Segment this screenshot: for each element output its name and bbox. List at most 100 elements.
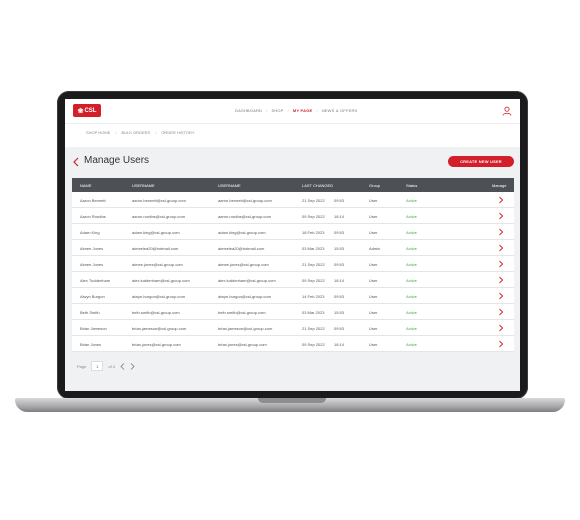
main-content: Manage Users CREATE NEW USER NAME USERNA… <box>65 147 520 391</box>
column-header-name[interactable]: NAME <box>80 183 92 188</box>
cell-last-changed-time: 15:53 <box>334 310 345 315</box>
table-row[interactable]: Aimee Jones aimee.jones@csl-group.com aime… <box>72 256 514 272</box>
logo-text: CSL <box>84 107 97 114</box>
column-header-last-changed[interactable]: LAST CHANGED <box>302 183 333 188</box>
cell-last-changed-time: 09:53 <box>334 262 345 267</box>
cell-status: Active <box>406 326 417 331</box>
cell-name: Alex Tuddenham <box>80 278 111 283</box>
manage-chevron-icon[interactable] <box>498 260 504 268</box>
subnav-item-shop-home[interactable]: SHOP HOME <box>81 130 115 135</box>
cell-last-changed-time: 09:53 <box>334 294 345 299</box>
back-chevron-icon[interactable] <box>72 157 80 167</box>
create-new-user-button[interactable]: CREATE NEW USER <box>448 156 514 167</box>
cell-group: User <box>369 198 378 203</box>
manage-chevron-icon[interactable] <box>498 340 504 348</box>
cell-status: Active <box>406 214 417 219</box>
cell-status: Active <box>406 246 417 251</box>
manage-chevron-icon[interactable] <box>498 196 504 204</box>
column-header-status[interactable]: Status <box>406 183 417 188</box>
subnav-item-order-history[interactable]: ORDER HISTORY <box>156 130 199 135</box>
previous-page-icon[interactable] <box>120 362 125 370</box>
cell-last-changed-time: 15:53 <box>334 246 345 251</box>
main-nav: DASHBOARD / SHOP / MY PAGE / NEWS & OFFE… <box>231 108 361 113</box>
cell-status: Active <box>406 230 417 235</box>
cell-username-2: brian.jameson@csl-group.com <box>218 326 273 331</box>
column-header-group[interactable]: Group <box>369 183 380 188</box>
cell-username: aaron.rowlins@csl-group.com <box>132 214 185 219</box>
cell-last-changed-time: 18:14 <box>334 278 345 283</box>
cell-last-changed-date: 09 Sep 2022 <box>302 278 325 283</box>
table-row[interactable]: Brian Jameson brian.jameson@csl-group.com… <box>72 320 514 336</box>
cell-name: Brian Jones <box>80 342 102 347</box>
cell-status: Active <box>406 342 417 347</box>
manage-chevron-icon[interactable] <box>498 324 504 332</box>
cell-last-changed-time: 09:53 <box>334 198 345 203</box>
cell-name: Adam King <box>80 230 100 235</box>
page-title: Manage Users <box>84 155 150 166</box>
top-bar: ❀ CSL DASHBOARD / SHOP / MY PAGE / NEWS … <box>65 99 520 124</box>
user-account-icon[interactable] <box>502 106 512 116</box>
cell-last-changed-time: 18:14 <box>334 342 345 347</box>
cell-group: User <box>369 214 378 219</box>
cell-group: User <box>369 262 378 267</box>
cell-username: beth.smith@csl-group.com <box>132 310 180 315</box>
column-header-username[interactable]: USERNAME <box>132 183 155 188</box>
page-number-input[interactable]: 1 <box>91 361 104 371</box>
table-row[interactable]: Alwyn Burgon alwyn.burgon@csl-group.com al… <box>72 288 514 304</box>
cell-name: Aimee Jones <box>80 246 104 251</box>
cell-username-2: beth.smith@csl-group.com <box>218 310 266 315</box>
cell-status: Active <box>406 294 417 299</box>
table-row[interactable]: Aaron Rowlins aaron.rowlins@csl-group.com… <box>72 208 514 224</box>
cell-name: Brian Jameson <box>80 326 107 331</box>
nav-item-dashboard[interactable]: DASHBOARD <box>231 108 266 113</box>
table-row[interactable]: Alex Tuddenham alex.tuddenham@csl-group.c… <box>72 272 514 288</box>
nav-item-shop[interactable]: SHOP <box>267 108 287 113</box>
table-row[interactable]: Aimee Jones aimeelea20@hotmail.com aimeele… <box>72 240 514 256</box>
cell-username: alwyn.burgon@csl-group.com <box>132 294 185 299</box>
cell-username-2: brian.jones@csl-group.com <box>218 342 267 347</box>
cell-status: Active <box>406 278 417 283</box>
cell-name: Aaron Rowlins <box>80 214 106 219</box>
cell-group: User <box>369 310 378 315</box>
column-header-username-2[interactable]: USERNAME <box>218 183 241 188</box>
manage-chevron-icon[interactable] <box>498 244 504 252</box>
table-row[interactable]: Adam King adam.king@csl-group.com adam.kin… <box>72 224 514 240</box>
cell-username: adam.king@csl-group.com <box>132 230 180 235</box>
cell-username: aaron.bennett@csl-group.com <box>132 198 186 203</box>
cell-last-changed-date: 03 Mar 2023 <box>302 246 325 251</box>
cell-status: Active <box>406 262 417 267</box>
cell-username-2: aimee.jones@csl-group.com <box>218 262 269 267</box>
manage-chevron-icon[interactable] <box>498 212 504 220</box>
cell-last-changed-date: 21 Sep 2022 <box>302 262 325 267</box>
cell-last-changed-date: 21 Sep 2022 <box>302 198 325 203</box>
cell-name: Alwyn Burgon <box>80 294 105 299</box>
cell-last-changed-time: 18:14 <box>334 214 345 219</box>
cell-username-2: aaron.bennett@csl-group.com <box>218 198 272 203</box>
cell-username: alex.tuddenham@csl-group.com <box>132 278 190 283</box>
table-row[interactable]: Aaron Bennett aaron.bennett@csl-group.com… <box>72 192 514 208</box>
manage-chevron-icon[interactable] <box>498 292 504 300</box>
laptop-screen: ❀ CSL DASHBOARD / SHOP / MY PAGE / NEWS … <box>65 99 520 391</box>
cell-last-changed-date: 18 Feb 2023 <box>302 230 325 235</box>
cell-username: brian.jameson@csl-group.com <box>132 326 187 331</box>
cell-last-changed-date: 03 Mar 2023 <box>302 310 325 315</box>
next-page-icon[interactable] <box>130 362 135 370</box>
cell-group: User <box>369 230 378 235</box>
cell-last-changed-date: 09 Sep 2022 <box>302 214 325 219</box>
cell-last-changed-date: 14 Feb 2023 <box>302 294 325 299</box>
subnav-item-bulk-orders[interactable]: BULK ORDERS <box>117 130 156 135</box>
table-row[interactable]: Brian Jones brian.jones@csl-group.com bria… <box>72 336 514 352</box>
manage-chevron-icon[interactable] <box>498 228 504 236</box>
nav-item-my-page[interactable]: MY PAGE <box>289 108 316 113</box>
cell-name: Aaron Bennett <box>80 198 106 203</box>
cell-username-2: aimeelea20@hotmail.com <box>218 246 265 251</box>
manage-chevron-icon[interactable] <box>498 308 504 316</box>
nav-item-news-offers[interactable]: NEWS & OFFERS <box>318 108 362 113</box>
table-row[interactable]: Beth Smith beth.smith@csl-group.com beth.s… <box>72 304 514 320</box>
csl-logo[interactable]: ❀ CSL <box>73 104 101 117</box>
cell-last-changed-time: 09:53 <box>334 230 345 235</box>
cell-username: aimeelea20@hotmail.com <box>132 246 179 251</box>
cell-last-changed-time: 09:53 <box>334 326 345 331</box>
manage-chevron-icon[interactable] <box>498 276 504 284</box>
cell-group: User <box>369 294 378 299</box>
